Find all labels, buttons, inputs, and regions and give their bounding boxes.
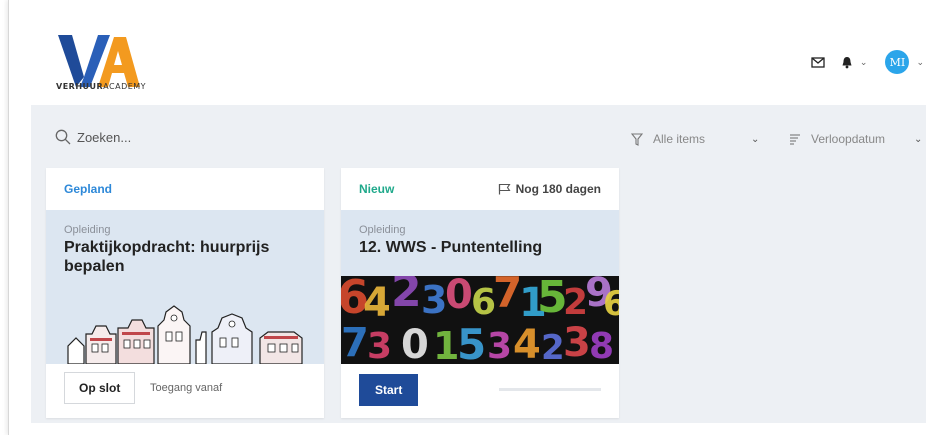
- card-body[interactable]: Opleiding 12. WWS - Puntentelling 6 4 2 …: [341, 210, 619, 364]
- app-frame: VERHUURACADEMY ⌄ MI ⌄ Zoeken... Alle ite…: [8, 0, 933, 435]
- course-title[interactable]: Praktijkopdracht: huurprijs bepalen: [64, 238, 310, 276]
- sort-label: Verloopdatum: [811, 132, 886, 146]
- content-panel: Zoeken... Alle items ⌄ Verloopdatum ⌄ Ge…: [31, 105, 926, 423]
- course-title[interactable]: 12. WWS - Puntentelling: [359, 238, 605, 257]
- bell-icon[interactable]: [841, 56, 853, 69]
- card-header: Nieuw Nog 180 dagen: [341, 168, 619, 210]
- deadline-text: Nog 180 dagen: [515, 182, 601, 196]
- top-bar: VERHUURACADEMY ⌄ MI ⌄: [9, 0, 933, 105]
- locked-button[interactable]: Op slot: [64, 372, 136, 404]
- sort-icon: [790, 133, 800, 145]
- card-body[interactable]: Opleiding Praktijkopdracht: huurprijs be…: [46, 210, 324, 364]
- numbers-image: 6 4 2 3 0 6 7 1 5 2 9 6 7 3 0 1 5 3 4 2 …: [341, 276, 619, 364]
- course-card[interactable]: Gepland Opleiding Praktijkopdracht: huur…: [46, 168, 324, 418]
- card-header: Gepland: [46, 168, 324, 210]
- header-actions: ⌄ MI ⌄: [811, 50, 924, 74]
- search-input[interactable]: Zoeken...: [77, 130, 131, 145]
- status-badge: Nieuw: [359, 182, 395, 196]
- card-footer: Start: [341, 364, 619, 418]
- course-type: Opleiding: [359, 224, 406, 236]
- access-text: Toegang vanaf: [150, 382, 223, 394]
- course-card[interactable]: Nieuw Nog 180 dagen Opleiding 12. WWS - …: [341, 168, 619, 418]
- mail-icon[interactable]: [811, 56, 825, 68]
- chevron-down-icon[interactable]: ⌄: [916, 57, 924, 68]
- status-badge: Gepland: [64, 182, 113, 196]
- card-footer: Op slot Toegang vanaf: [46, 364, 324, 418]
- logo-wordmark: VERHUURACADEMY: [56, 82, 147, 91]
- chevron-down-icon: ⌄: [914, 133, 923, 145]
- search-bar[interactable]: Zoeken...: [55, 129, 131, 145]
- filter-icon: [631, 132, 643, 146]
- progress-bar: [499, 388, 601, 391]
- course-type: Opleiding: [64, 224, 111, 236]
- search-icon: [55, 129, 71, 145]
- sort-dropdown[interactable]: Verloopdatum ⌄: [789, 132, 922, 146]
- chevron-down-icon[interactable]: ⌄: [860, 57, 868, 68]
- avatar[interactable]: MI: [885, 50, 910, 74]
- start-button[interactable]: Start: [359, 374, 419, 406]
- canal-houses-illustration: [67, 305, 303, 364]
- chevron-down-icon: ⌄: [751, 133, 760, 145]
- flag-icon: [498, 183, 511, 195]
- filter-dropdown[interactable]: Alle items ⌄: [631, 132, 759, 146]
- filter-label: Alle items: [653, 132, 706, 146]
- deadline-badge: Nog 180 dagen: [498, 182, 601, 196]
